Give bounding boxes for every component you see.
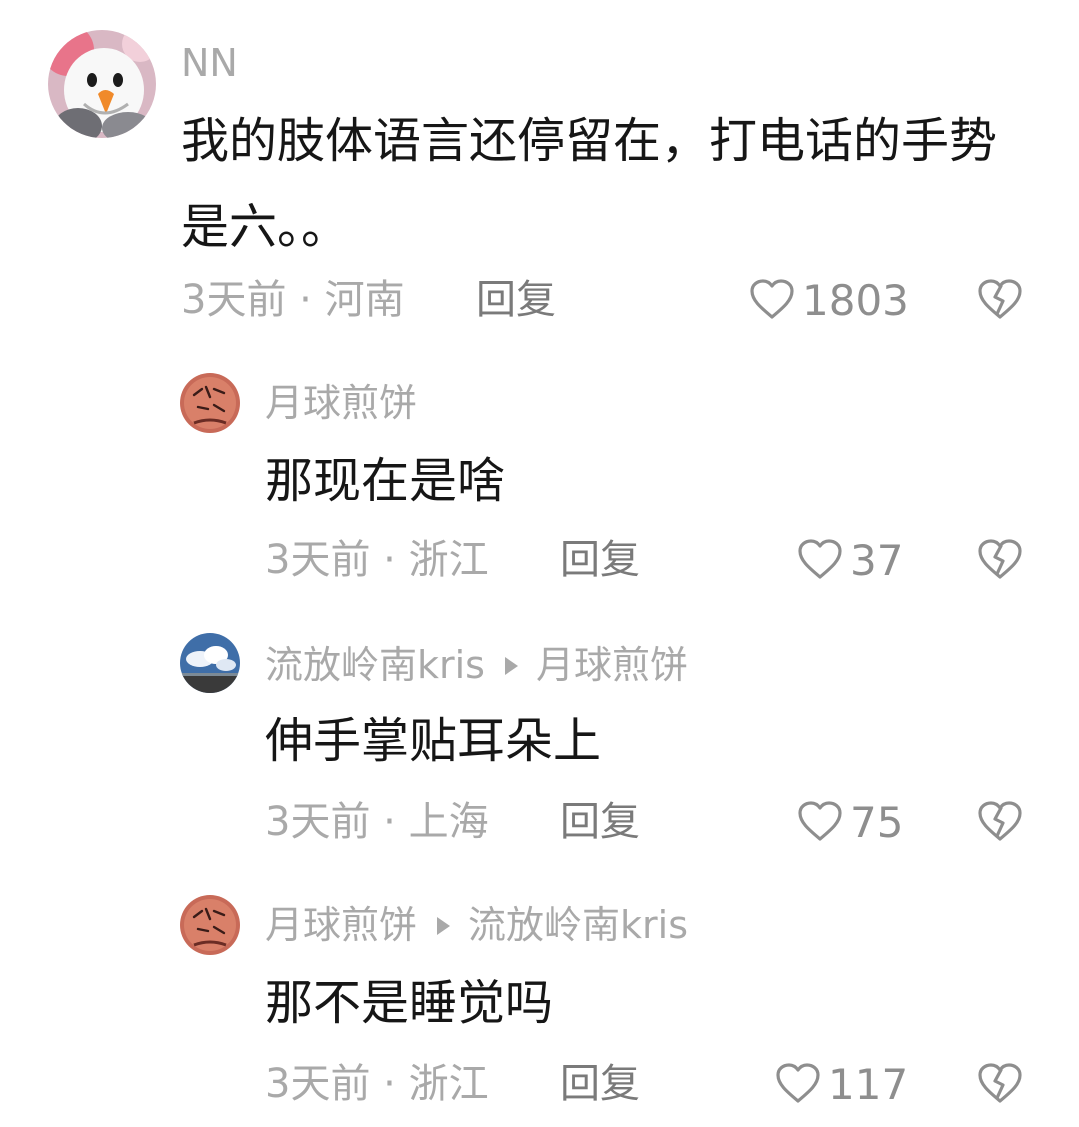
reply-item: 月球煎饼 流放岭南kris 那不是睡觉吗 3天前 · 浙江 回复 117 [0,862,1079,1127]
heart-outline-icon [776,1063,820,1103]
like-button[interactable]: 37 [796,535,904,585]
reply-author[interactable]: 月球煎饼 [265,903,417,947]
avatar[interactable] [180,373,240,433]
like-button[interactable]: 1803 [748,275,909,325]
like-count: 75 [850,797,904,847]
reply-item: 流放岭南kris 月球煎饼 伸手掌贴耳朵上 3天前 · 上海 回复 75 [0,600,1079,862]
broken-heart-icon [978,279,1022,319]
reply-target[interactable]: 月球煎饼 [536,643,688,687]
reply-arrow-icon [505,656,518,675]
reply-button[interactable]: 回复 [560,802,640,842]
avatar[interactable] [180,895,240,955]
moon-pancake-avatar-image [180,895,240,955]
comment-username[interactable]: NN [181,44,238,82]
dislike-button[interactable] [976,536,1024,584]
dislike-button[interactable] [976,1060,1024,1108]
reply-arrow-icon [437,916,451,935]
dislike-button[interactable] [976,276,1024,324]
reply-text: 伸手掌贴耳朵上 [265,713,602,769]
like-count: 1803 [802,275,909,325]
heart-outline-icon [750,279,794,319]
comment-meta: 3天前 · 河南 [181,277,405,323]
avatar[interactable] [180,633,240,693]
comment-item: NN 我的肢体语言还停留在，打电话的手势是六。。 3天前 · 河南 回复 180… [0,0,1079,340]
reply-button[interactable]: 回复 [560,540,640,580]
reply-button[interactable]: 回复 [476,280,556,320]
heart-outline-icon [798,801,842,841]
reply-username: 流放岭南kris 月球煎饼 [265,646,688,684]
comment-text: 我的肢体语言还停留在，打电话的手势是六。。 [181,113,998,255]
reply-meta: 3天前 · 浙江 [265,1061,489,1107]
sky-clouds-avatar-image [180,633,240,693]
like-button[interactable]: 117 [774,1059,909,1109]
reply-author[interactable]: 流放岭南kris [265,643,485,687]
broken-heart-icon [978,1063,1022,1103]
broken-heart-icon [978,539,1022,579]
like-count: 37 [850,535,904,585]
avatar[interactable] [48,30,156,138]
like-count: 117 [828,1059,909,1109]
reply-button[interactable]: 回复 [560,1064,640,1104]
snowman-avatar-image [48,30,156,138]
heart-outline-icon [798,539,842,579]
reply-item: 月球煎饼 那现在是啥 3天前 · 浙江 回复 37 [0,340,1079,600]
reply-target[interactable]: 流放岭南kris [468,903,688,947]
dislike-button[interactable] [976,798,1024,846]
like-button[interactable]: 75 [796,797,904,847]
reply-meta: 3天前 · 上海 [265,799,489,845]
reply-username[interactable]: 月球煎饼 [265,384,417,422]
broken-heart-icon [978,801,1022,841]
reply-text: 那不是睡觉吗 [265,975,554,1031]
reply-username: 月球煎饼 流放岭南kris [265,906,688,944]
moon-pancake-avatar-image [180,373,240,433]
reply-text: 那现在是啥 [265,453,506,509]
reply-meta: 3天前 · 浙江 [265,537,489,583]
